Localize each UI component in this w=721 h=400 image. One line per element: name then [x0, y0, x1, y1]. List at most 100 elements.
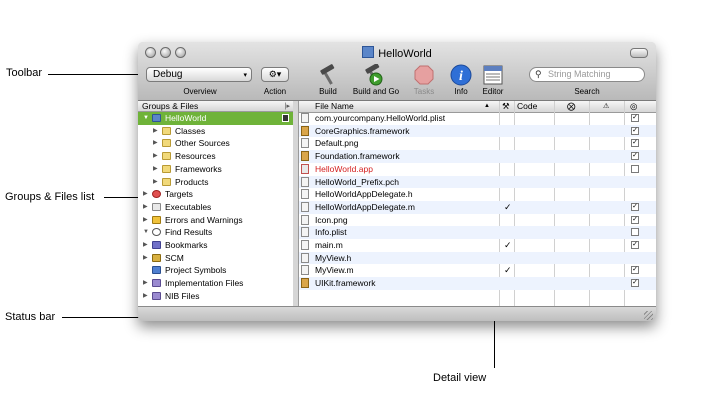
editor-button[interactable] — [481, 64, 505, 86]
hammer-column-icon[interactable]: ⚒ — [502, 101, 510, 112]
file-row[interactable]: HelloWorldAppDelegate.h — [299, 188, 656, 201]
sidebar-item-label: Resources — [175, 151, 216, 162]
build-and-go-button[interactable] — [362, 64, 386, 86]
file-row[interactable]: MyView.m ✓ ✓ — [299, 264, 656, 277]
sidebar-item-errors-and-warnings[interactable]: ▶ Errors and Warnings — [138, 214, 293, 227]
target-membership-checkbox[interactable]: ✓ — [631, 126, 639, 135]
column-resize-icon[interactable]: |▸ — [285, 101, 290, 112]
disclosure-closed-icon[interactable]: ▶ — [153, 176, 158, 188]
folder-icon — [162, 126, 171, 135]
sort-ascending-icon: ▲ — [484, 103, 490, 109]
sidebar-item-other-sources[interactable]: ▶ Other Sources — [138, 137, 293, 150]
target-membership-checkbox[interactable]: ✓ — [631, 241, 639, 249]
sidebar-item-label: HelloWorld — [165, 113, 207, 123]
sidebar-item-targets[interactable]: ▶ Targets — [138, 188, 293, 201]
build-button[interactable] — [316, 64, 340, 86]
tasks-button[interactable] — [412, 64, 436, 86]
file-name-column-header[interactable]: File Name — [315, 101, 354, 112]
error-column-icon[interactable]: ⨂ — [567, 101, 576, 112]
target-membership-checkbox[interactable]: ✓ — [631, 152, 639, 161]
target-membership-checkbox[interactable]: ✓ — [631, 215, 639, 224]
target-column-icon[interactable]: ◎ — [630, 101, 637, 112]
file-row[interactable]: Info.plist — [299, 226, 656, 239]
resize-grip-icon[interactable] — [644, 311, 653, 320]
toolbar-callout-line — [48, 74, 138, 75]
target-membership-checkbox[interactable]: ✓ — [631, 139, 639, 148]
disclosure-closed-icon[interactable]: ▶ — [153, 150, 158, 162]
sidebar-item-helloworld[interactable]: ▼ HelloWorld — [138, 112, 293, 125]
file-row[interactable]: HelloWorld_Prefix.pch — [299, 175, 656, 189]
built-check-icon: ✓ — [504, 201, 512, 212]
detail-view[interactable]: File Name ▲ ⚒ Code ⨂ ⚠ ◎ com.yourcompany… — [299, 101, 656, 306]
gear-icon: ⚙▾ — [268, 69, 282, 79]
sidebar-item-label: Errors and Warnings — [165, 214, 243, 225]
disclosure-closed-icon[interactable]: ▶ — [143, 214, 148, 226]
file-row[interactable]: Foundation.framework ✓ — [299, 150, 656, 163]
target-membership-checkbox[interactable] — [631, 228, 639, 237]
target-membership-checkbox[interactable]: ✓ — [631, 266, 639, 275]
info-button[interactable]: i — [449, 64, 473, 86]
tasks-label: Tasks — [413, 87, 435, 96]
disclosure-closed-icon[interactable]: ▶ — [143, 201, 148, 213]
file-icon — [301, 201, 309, 212]
warning-column-icon[interactable]: ⚠ — [603, 101, 609, 112]
sidebar-item-products[interactable]: ▶ Products — [138, 176, 293, 189]
file-icon — [301, 214, 309, 225]
file-row[interactable]: Icon.png ✓ — [299, 214, 656, 227]
groups-files-header[interactable]: Groups & Files |▸ — [138, 101, 293, 112]
xcode-project-window: HelloWorld Debug ▾ Overview ⚙▾ Action Bu… — [138, 42, 656, 321]
disclosure-closed-icon[interactable]: ▶ — [143, 252, 148, 264]
sidebar-item-nib-files[interactable]: ▶ NIB Files — [138, 290, 293, 303]
disclosure-closed-icon[interactable]: ▶ — [153, 163, 158, 175]
built-check-icon: ✓ — [504, 265, 512, 276]
file-row[interactable]: HelloWorld.app — [299, 163, 656, 176]
groups-files-list[interactable]: Groups & Files |▸ ▼ HelloWorld ▶ Classes ▶ Ot… — [138, 101, 294, 306]
sidebar-item-label: Bookmarks — [165, 240, 208, 250]
action-button[interactable]: ⚙▾ — [261, 67, 289, 82]
search-input[interactable]: ⚲ String Matching — [529, 67, 645, 82]
target-membership-checkbox[interactable]: ✓ — [631, 279, 639, 288]
file-row[interactable]: UIKit.framework ✓ — [299, 277, 656, 290]
overview-popup[interactable]: Debug ▾ — [146, 67, 252, 82]
disclosure-closed-icon[interactable]: ▶ — [143, 277, 148, 289]
disclosure-open-icon[interactable]: ▼ — [143, 226, 149, 238]
sidebar-item-classes[interactable]: ▶ Classes — [138, 125, 293, 138]
sidebar-item-scm[interactable]: ▶ SCM — [138, 252, 293, 265]
file-row[interactable]: HelloWorldAppDelegate.m ✓ ✓ — [299, 200, 656, 214]
sidebar-item-label: Find Results — [165, 227, 213, 238]
sidebar-item-frameworks[interactable]: ▶ Frameworks — [138, 163, 293, 176]
action-label: Action — [263, 87, 287, 96]
sidebar-item-label: SCM — [165, 252, 184, 263]
sidebar-item-project-symbols[interactable]: Project Symbols — [138, 264, 293, 277]
sidebar-item-find-results[interactable]: ▼ Find Results — [138, 226, 293, 239]
file-row[interactable]: MyView.h — [299, 251, 656, 265]
file-row[interactable]: com.yourcompany.HelloWorld.plist ✓ — [299, 112, 656, 125]
code-column-header[interactable]: Code — [517, 101, 537, 112]
framework-icon — [301, 278, 309, 289]
window-title: HelloWorld — [138, 46, 656, 60]
file-row[interactable]: Default.png ✓ — [299, 137, 656, 150]
sidebar-item-executables[interactable]: ▶ Executables — [138, 201, 293, 214]
disclosure-closed-icon[interactable]: ▶ — [153, 125, 158, 137]
disclosure-closed-icon[interactable]: ▶ — [143, 239, 148, 251]
target-membership-checkbox[interactable]: ✓ — [631, 202, 639, 211]
sidebar-item-bookmarks[interactable]: ▶ Bookmarks — [138, 239, 293, 252]
target-membership-checkbox[interactable] — [631, 164, 639, 173]
smart-group-icon — [152, 279, 161, 288]
sidebar-item-implementation-files[interactable]: ▶ Implementation Files — [138, 277, 293, 290]
disclosure-closed-icon[interactable]: ▶ — [153, 137, 158, 149]
file-name: UIKit.framework — [315, 278, 376, 289]
disclosure-closed-icon[interactable]: ▶ — [143, 188, 148, 200]
target-membership-checkbox[interactable]: ✓ — [631, 114, 639, 122]
stop-icon — [414, 65, 434, 85]
search-placeholder: String Matching — [548, 69, 611, 79]
file-name: Info.plist — [315, 227, 347, 238]
disclosure-open-icon[interactable]: ▼ — [143, 112, 149, 124]
file-row[interactable]: CoreGraphics.framework ✓ — [299, 124, 656, 138]
file-row[interactable]: main.m ✓ ✓ — [299, 239, 656, 252]
file-name: HelloWorldAppDelegate.m — [315, 201, 416, 212]
disclosure-closed-icon[interactable]: ▶ — [143, 290, 148, 302]
sidebar-item-resources[interactable]: ▶ Resources — [138, 150, 293, 163]
sidebar-item-label: Implementation Files — [165, 278, 244, 289]
magnifier-icon — [152, 228, 161, 237]
